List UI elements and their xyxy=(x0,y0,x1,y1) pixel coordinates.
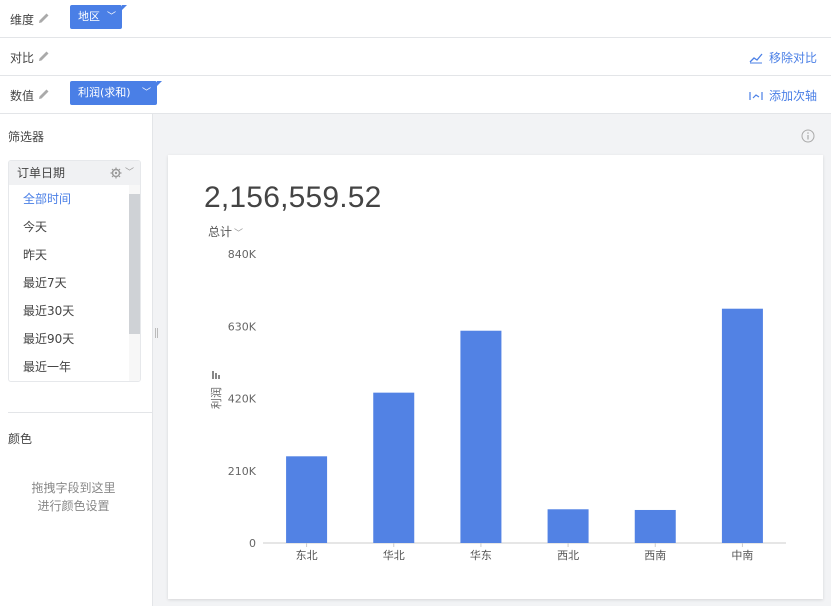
filter-option-last-30-days[interactable]: 最近30天 xyxy=(9,297,131,325)
filter-option-today[interactable]: 今天 xyxy=(9,213,131,241)
pencil-icon[interactable] xyxy=(38,88,50,100)
chart-card: 2,156,559.52 总计 ﹀ 0 210K 420K 630K 840K 利润 东北 华北… xyxy=(168,155,823,599)
value-shelf-label: 数值 xyxy=(10,89,35,103)
filter-option-last-year[interactable]: 最近一年 xyxy=(9,353,131,381)
info-icon[interactable] xyxy=(801,129,815,143)
x-tick-label: 西北 xyxy=(557,549,579,562)
bar[interactable] xyxy=(373,392,415,543)
panel-resize-handle[interactable] xyxy=(155,328,158,338)
dimension-shelf: 维度 地区 ﹀ xyxy=(0,0,831,38)
remove-compare-icon xyxy=(749,53,763,63)
value-pill-profit[interactable]: 利润(求和) ﹀ xyxy=(70,81,162,105)
remove-compare-button[interactable]: 移除对比 xyxy=(749,49,817,66)
color-drop-hint-line2: 进行颜色设置 xyxy=(37,499,110,513)
x-tick-label: 华北 xyxy=(383,548,405,562)
value-shelf: 数值 利润(求和) ﹀ 添加次轴 xyxy=(0,76,831,114)
value-pill-label: 利润(求和) xyxy=(78,86,131,99)
y-tick-label: 420K xyxy=(228,393,257,406)
pencil-icon[interactable] xyxy=(38,50,50,62)
filter-option-last-90-days[interactable]: 最近90天 xyxy=(9,325,131,353)
section-divider xyxy=(8,412,152,413)
chevron-down-icon[interactable]: ﹀ xyxy=(125,161,134,185)
compare-shelf: 对比 移除对比 xyxy=(0,38,831,76)
gear-icon[interactable] xyxy=(110,167,122,179)
x-tick-label: 西南 xyxy=(644,549,666,562)
date-filter-field: 订单日期 xyxy=(17,166,66,180)
x-tick-label: 中南 xyxy=(731,549,753,562)
filter-option-all-time[interactable]: 全部时间 xyxy=(9,185,131,213)
secondary-axis-icon xyxy=(749,91,763,100)
color-drop-zone[interactable]: 拖拽字段到这里 进行颜色设置 xyxy=(0,479,147,515)
filter-scrollbar-thumb[interactable] xyxy=(129,194,140,334)
filters-title: 筛选器 xyxy=(8,130,45,144)
dimension-pill-region[interactable]: 地区 ﹀ xyxy=(70,5,127,29)
bar-chart: 0 210K 420K 630K 840K 利润东北 华北 华东 西北 西南 中南 xyxy=(209,248,786,562)
color-section-title: 颜色 xyxy=(8,432,33,446)
remove-compare-label: 移除对比 xyxy=(768,51,817,65)
add-secondary-axis-button[interactable]: 添加次轴 xyxy=(749,87,817,104)
chevron-down-icon[interactable]: ﹀ xyxy=(107,5,116,29)
bar[interactable] xyxy=(286,456,328,543)
bar[interactable] xyxy=(721,308,763,543)
chevron-down-icon[interactable]: ﹀ xyxy=(142,81,151,105)
y-axis-title: 利润 xyxy=(209,387,223,409)
y-tick-label: 840K xyxy=(228,248,257,261)
date-filter-header[interactable]: 订单日期 ﹀ xyxy=(9,161,140,185)
y-tick-label: 210K xyxy=(228,465,257,478)
y-tick-label: 0 xyxy=(249,537,256,550)
left-panel: 筛选器 订单日期 ﹀ 全部时间 今天 昨天 最近7天 最近30天 最近90天 最… xyxy=(0,114,153,606)
filter-option-last-7-days[interactable]: 最近7天 xyxy=(9,269,131,297)
compare-shelf-label: 对比 xyxy=(10,51,35,65)
color-drop-hint-line1: 拖拽字段到这里 xyxy=(31,481,116,495)
filter-option-yesterday[interactable]: 昨天 xyxy=(9,241,131,269)
pencil-icon[interactable] xyxy=(38,12,50,24)
dimension-pill-label: 地区 xyxy=(78,10,100,23)
x-tick-label: 东北 xyxy=(296,549,318,562)
y-tick-label: 630K xyxy=(228,320,257,333)
date-filter-options: 全部时间 今天 昨天 最近7天 最近30天 最近90天 最近一年 xyxy=(9,185,131,381)
bar[interactable] xyxy=(547,509,589,543)
date-filter: 订单日期 ﹀ 全部时间 今天 昨天 最近7天 最近30天 最近90天 最近一年 xyxy=(8,160,141,382)
x-tick-label: 华东 xyxy=(470,548,492,562)
add-secondary-axis-label: 添加次轴 xyxy=(768,89,817,103)
bar[interactable] xyxy=(634,509,676,543)
axis-chart-icon[interactable] xyxy=(212,371,220,379)
dimension-shelf-label: 维度 xyxy=(10,13,35,27)
bar[interactable] xyxy=(460,330,502,543)
